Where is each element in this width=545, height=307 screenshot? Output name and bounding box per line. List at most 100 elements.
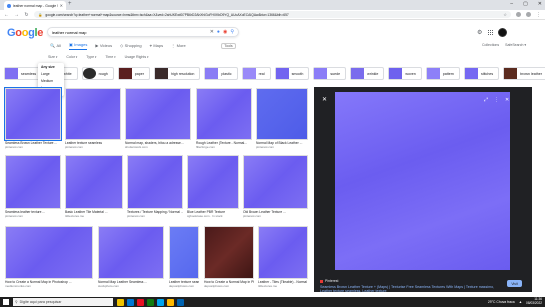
tools-button[interactable]: Tools <box>221 43 236 49</box>
filter-usage-rights[interactable]: Usage Rights <box>125 55 149 59</box>
avatar[interactable] <box>498 28 508 37</box>
taskbar-app-icon[interactable] <box>117 298 124 306</box>
image-result[interactable]: Basic Leather Tile Material ... 3dtexture… <box>65 155 123 218</box>
menu-icon[interactable]: ⋮ <box>536 12 541 18</box>
result-image[interactable] <box>5 226 93 279</box>
apps-grid-icon[interactable] <box>487 29 494 36</box>
taskbar-app-icon[interactable] <box>167 298 174 306</box>
collections-link[interactable]: Collections <box>482 43 499 47</box>
image-result[interactable]: Normal map, shaders, bitou a adresse... s… <box>125 88 191 149</box>
search-input[interactable] <box>52 29 207 35</box>
close-window-icon[interactable]: ✕ <box>538 1 542 7</box>
maximize-icon[interactable]: ▢ <box>523 1 528 7</box>
browser-tab[interactable]: leather normal map - Google Sea ✕ <box>4 1 66 10</box>
filter-time[interactable]: Time <box>105 55 115 59</box>
image-result[interactable]: Leather - Tiles (Tileable) - Normal ... 3… <box>258 226 308 288</box>
close-icon[interactable]: ✕ <box>322 96 327 103</box>
image-result[interactable]: Textures / Texture Mapping / Normal ... p… <box>127 155 183 218</box>
taskbar-app-icon[interactable] <box>127 298 134 306</box>
tab-close-icon[interactable]: ✕ <box>60 3 63 8</box>
google-logo[interactable]: Google <box>7 27 43 39</box>
result-image[interactable] <box>256 88 308 140</box>
image-result[interactable]: Leather texture seamless pinterest.com <box>65 88 121 149</box>
suggestion-chip[interactable]: paper <box>117 67 150 80</box>
clear-icon[interactable]: ✕ <box>210 29 214 35</box>
result-image[interactable] <box>258 226 308 279</box>
tab-maps[interactable]: ⌖ Maps <box>150 43 164 50</box>
suggestion-chip[interactable]: brown leather <box>503 67 545 80</box>
expand-icon[interactable]: ⤢ <box>484 97 488 103</box>
visit-button[interactable]: Visit <box>507 280 522 287</box>
image-result[interactable]: Rough Leather (Texture - Normal... filter… <box>196 88 252 149</box>
size-option[interactable]: Large <box>41 72 61 76</box>
suggestion-chip[interactable]: seamless <box>4 67 43 80</box>
tab-all[interactable]: 🔍 All <box>50 43 61 50</box>
tab-videos[interactable]: ▶ Videos <box>95 43 112 50</box>
result-image[interactable] <box>65 88 121 140</box>
suggestion-chip[interactable]: suede <box>313 67 347 80</box>
result-image[interactable] <box>187 155 239 209</box>
image-result[interactable]: How to Create a Normal Map in Photoshop … <box>204 226 254 288</box>
image-result[interactable]: Seamless Brown Leather Texture ... pinter… <box>4 87 62 149</box>
suggestion-chip[interactable]: high resolution <box>153 67 201 80</box>
filter-color[interactable]: Color <box>66 55 77 59</box>
search-icon[interactable]: ⚲ <box>230 29 234 35</box>
suggestion-chip[interactable]: smooth <box>274 67 310 80</box>
new-tab-button[interactable]: + <box>68 1 72 7</box>
forward-icon[interactable]: → <box>14 12 19 18</box>
tab-more[interactable]: ⋮ More <box>171 43 186 50</box>
safesearch-link[interactable]: SafeSearch ▾ <box>505 43 526 47</box>
image-result[interactable]: Blue Leather PBR Texture cgbookcase.com ·… <box>187 155 239 218</box>
result-image[interactable] <box>127 155 183 209</box>
reload-icon[interactable]: ↻ <box>24 12 29 18</box>
camera-icon[interactable]: ◉ <box>223 29 227 35</box>
image-result[interactable]: How to Create a Normal Map in Photoshop … <box>5 226 93 288</box>
image-result[interactable]: Seamless leather texture ... pinterest.co… <box>5 155 61 218</box>
back-icon[interactable]: ← <box>4 12 9 18</box>
filter-size[interactable]: Size <box>48 55 57 59</box>
image-result[interactable]: Old Brown Leather Texture ... pinterest.c… <box>243 155 308 218</box>
result-image[interactable] <box>5 155 61 209</box>
windows-start-icon[interactable] <box>3 299 9 305</box>
preview-source[interactable]: Pinterest <box>320 279 338 283</box>
image-result[interactable]: Normal Map of Black Leather ... pinterest… <box>256 88 308 149</box>
tab-images[interactable]: ▣ Images <box>68 42 88 50</box>
suggestion-chip[interactable]: stitches <box>463 67 500 80</box>
profile-icon[interactable] <box>526 12 531 17</box>
result-image[interactable] <box>98 226 164 279</box>
suggestion-chip[interactable]: wrinkle <box>350 67 385 80</box>
suggestion-chip[interactable]: real <box>241 67 271 80</box>
mic-icon[interactable]: ● <box>217 29 220 35</box>
result-image[interactable] <box>169 226 199 279</box>
filter-type[interactable]: Type <box>86 55 96 59</box>
size-option[interactable]: Medium <box>41 79 61 83</box>
gear-icon[interactable]: ⚙ <box>477 29 482 36</box>
result-image[interactable] <box>125 88 191 140</box>
result-image[interactable] <box>4 87 62 141</box>
result-image[interactable] <box>243 155 308 209</box>
clock[interactable]: 11:36 08/03/2022 <box>526 298 542 305</box>
taskbar-app-icon[interactable] <box>177 298 184 306</box>
taskbar-app-icon[interactable] <box>157 298 164 306</box>
omnibox[interactable]: 🔒 google.com/search?q=leather+normal+map… <box>34 11 511 18</box>
taskbar-app-icon[interactable] <box>137 298 144 306</box>
image-result[interactable]: Normal Map Leather Seamless ... stockphot… <box>98 226 164 288</box>
taskbar-search[interactable]: ⚲ Digite aqui para pesquisar <box>13 298 113 306</box>
preview-image[interactable] <box>335 92 510 270</box>
suggestion-chip[interactable]: pattern <box>425 67 460 80</box>
image-result[interactable]: Leather texture seamless ...depositphoto… <box>169 226 199 288</box>
suggestion-chip[interactable]: plastic <box>204 67 238 80</box>
taskbar-app-icon[interactable] <box>147 298 154 306</box>
size-option[interactable]: Any size <box>41 65 61 69</box>
extension-icon[interactable] <box>516 12 521 17</box>
search-box[interactable]: ✕ ● ◉ ⚲ <box>47 27 239 37</box>
star-icon[interactable]: ☆ <box>503 12 507 17</box>
suggestion-chip[interactable]: woven <box>388 67 422 80</box>
close-preview-icon[interactable]: ✕ <box>505 97 509 103</box>
tab-shopping[interactable]: ◇ Shopping <box>120 43 141 50</box>
more-icon[interactable]: ⋮ <box>494 97 499 103</box>
weather-text[interactable]: 29°C Chuva fraca <box>488 300 515 304</box>
result-image[interactable] <box>65 155 123 209</box>
suggestion-chip[interactable]: rough <box>81 67 114 80</box>
network-icon[interactable]: ▲ <box>519 300 522 304</box>
